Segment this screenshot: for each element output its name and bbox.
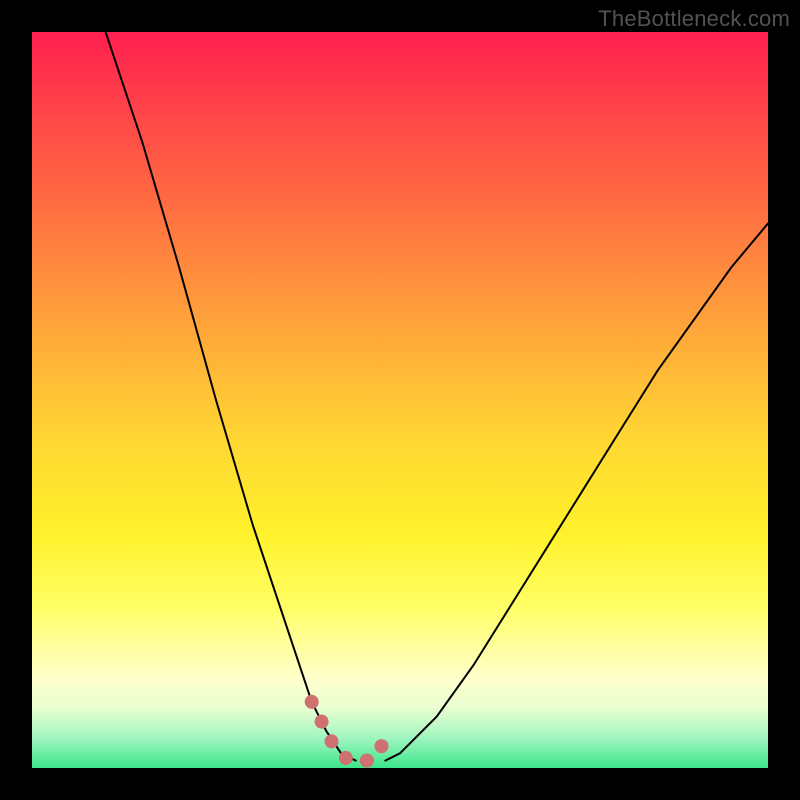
bottleneck-curve-right-path	[385, 223, 768, 760]
marker-curve-path	[312, 702, 386, 761]
curve-layer	[32, 32, 768, 768]
chart-frame: TheBottleneck.com	[0, 0, 800, 800]
bottleneck-curve-left-path	[106, 32, 356, 761]
watermark-text: TheBottleneck.com	[598, 6, 790, 32]
plot-area	[32, 32, 768, 768]
